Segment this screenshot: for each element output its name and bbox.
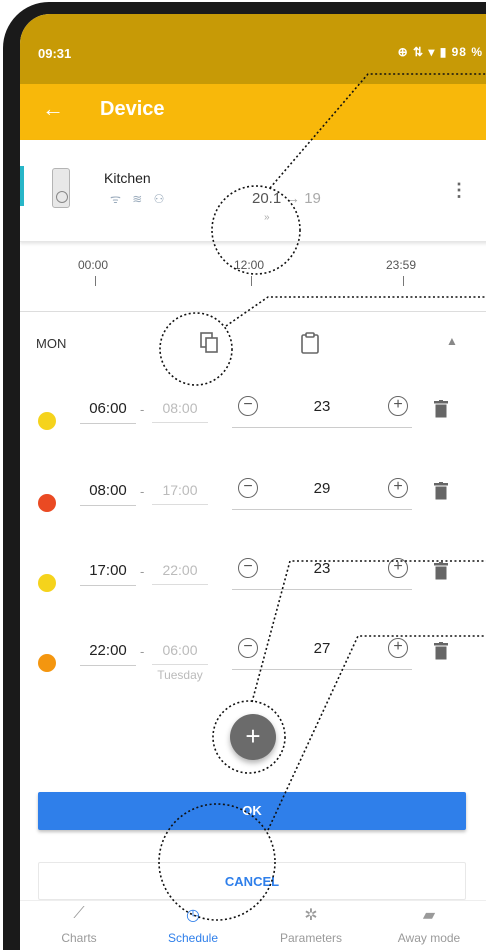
time-separator: - [140,644,145,659]
expand-chevron-icon[interactable]: » [264,212,270,223]
device-card[interactable]: Kitchen ᯤ ≋ ⚇ 20.1 → 19 » ⋮ [20,140,486,242]
more-options-icon[interactable]: ⋮ [450,180,468,201]
collapse-icon[interactable]: ▲ [446,334,458,348]
slot-color-dot[interactable] [38,494,56,512]
slot-temperature[interactable]: 27 [302,640,342,657]
gear-icon: ✲ [304,907,318,924]
nav-item-parameters[interactable]: ✲ Parameters [256,905,366,950]
device-name: Kitchen [104,170,151,186]
page-title: Device [100,98,165,120]
device-temperatures: 20.1 → 19 [252,190,321,207]
slot-temperature[interactable]: 23 [302,398,342,415]
temperature-stepper: − 23 + [232,392,412,428]
slot-temperature[interactable]: 29 [302,480,342,497]
increase-temperature-button[interactable]: + [388,478,408,498]
time-separator: - [140,484,145,499]
slot-color-dot[interactable] [38,654,56,672]
temperature-stepper: − 29 + [232,474,412,510]
delete-icon[interactable] [434,642,448,660]
nav-item-away-mode[interactable]: ▰ Away mode [374,905,484,950]
nav-label: Schedule [167,931,219,945]
time-separator: - [140,402,145,417]
nav-label: Charts [61,931,97,945]
timeline-tick [95,276,96,286]
status-bar: 09:31 ⊕ ⇅ ▾ ▮ 98 % [20,14,486,84]
schedule-slot: 22:00 - 06:00 Tuesday − 27 + [20,634,486,694]
timeline-tick [403,276,404,286]
ok-button[interactable]: OK [38,792,466,830]
slot-start-time[interactable]: 17:00 [80,562,136,586]
timeline-end-label: 23:59 [386,258,417,272]
increase-temperature-button[interactable]: + [388,638,408,658]
delete-icon[interactable] [434,400,448,418]
clipboard-icon[interactable] [300,332,320,354]
decrease-temperature-button[interactable]: − [238,478,258,498]
slot-end-day: Tuesday [157,668,203,682]
timeline-start-label: 00:00 [78,258,109,272]
timeline-mid-label: 12:00 [234,258,265,272]
schedule-slot: 06:00 - 08:00 − 23 + [20,392,486,452]
app-bar: ← Device [20,84,486,140]
copy-icon[interactable] [200,332,220,354]
bottom-navigation: ⟋ Charts ◷ Schedule ✲ Parameters ▰ Away … [20,900,486,950]
device-status-icons: ᯤ ≋ ⚇ [110,192,169,206]
nav-label: Away mode [397,931,461,945]
decrease-temperature-button[interactable]: − [238,396,258,416]
status-icons: ⊕ ⇅ ▾ ▮ 98 % [397,45,483,59]
slot-end-time[interactable]: 17:00 [152,482,208,505]
nav-item-schedule[interactable]: ◷ Schedule [138,905,248,950]
decrease-temperature-button[interactable]: − [238,558,258,578]
slot-start-time[interactable]: 22:00 [80,642,136,666]
schedule-slot: 08:00 - 17:00 − 29 + [20,474,486,534]
current-temperature: 20.1 [252,190,282,207]
device-accent-bar [20,166,24,206]
thermostat-icon [52,168,70,208]
add-slot-button[interactable]: + [230,714,276,760]
screen: 09:31 ⊕ ⇅ ▾ ▮ 98 % ← Device Kitchen ᯤ ≋ … [20,14,486,950]
slot-start-time[interactable]: 08:00 [80,482,136,506]
timeline-tick [251,276,252,286]
nav-item-charts[interactable]: ⟋ Charts [24,905,134,950]
increase-temperature-button[interactable]: + [388,558,408,578]
phone-frame: 09:31 ⊕ ⇅ ▾ ▮ 98 % ← Device Kitchen ᯤ ≋ … [3,2,486,950]
slot-end-time[interactable]: 06:00 [152,642,208,665]
day-header: MON ▲ [20,324,486,364]
timeline: 00:00 12:00 23:59 [20,242,486,312]
slot-end-time[interactable]: 08:00 [152,400,208,423]
day-label: MON [36,336,67,351]
slot-color-dot[interactable] [38,412,56,430]
temperature-stepper: − 27 + [232,634,412,670]
schedule-slot: 17:00 - 22:00 − 23 + [20,554,486,614]
briefcase-icon: ▰ [422,907,436,924]
time-separator: - [140,564,145,579]
increase-temperature-button[interactable]: + [388,396,408,416]
delete-icon[interactable] [434,562,448,580]
delete-icon[interactable] [434,482,448,500]
temperature-arrow: → [285,190,301,207]
slot-end-time[interactable]: 22:00 [152,562,208,585]
nav-label: Parameters [279,931,343,945]
slot-temperature[interactable]: 23 [302,560,342,577]
status-time: 09:31 [38,46,72,61]
back-arrow-icon[interactable]: ← [42,96,64,122]
divider [20,311,486,312]
cancel-button[interactable]: CANCEL [38,862,466,900]
chart-icon: ⟋ [73,905,85,922]
decrease-temperature-button[interactable]: − [238,638,258,658]
temperature-stepper: − 23 + [232,554,412,590]
target-temperature: 19 [304,190,321,207]
clock-icon: ◷ [186,907,200,924]
slot-color-dot[interactable] [38,574,56,592]
slot-start-time[interactable]: 06:00 [80,400,136,424]
